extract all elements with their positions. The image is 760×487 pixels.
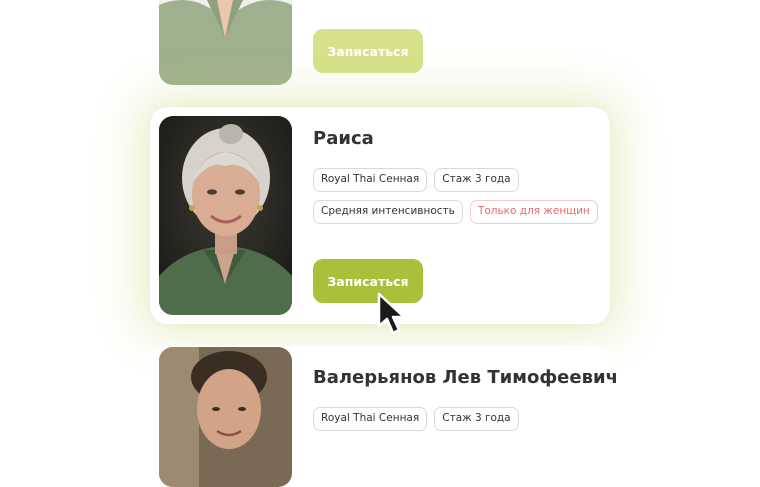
tag-intensity: Средняя интенсивность: [313, 200, 463, 224]
therapist-name: Раиса: [313, 128, 374, 149]
tag-women-only: Только для женщин: [469, 200, 598, 224]
tag-experience: Стаж 3 года: [434, 168, 519, 192]
therapist-card: Валерьянов Лев Тимофеевич Royal Thai Сен…: [150, 346, 618, 487]
mouse-pointer-icon: [377, 292, 406, 335]
therapist-name: Валерьянов Лев Тимофеевич: [313, 367, 618, 388]
therapist-photo: [159, 347, 292, 487]
tag-location: Royal Thai Сенная: [313, 168, 428, 192]
tag-list: Royal Thai Сенная Стаж 3 года: [313, 406, 603, 438]
therapist-photo: [159, 116, 292, 315]
therapist-card: Записаться: [150, 0, 610, 86]
therapist-photo: [159, 0, 292, 85]
tag-location: Royal Thai Сенная: [313, 407, 428, 431]
book-button[interactable]: Записаться: [313, 29, 423, 73]
tag-experience: Стаж 3 года: [434, 407, 519, 431]
tag-list: Royal Thai Сенная Стаж 3 года Средняя ин…: [313, 167, 603, 231]
